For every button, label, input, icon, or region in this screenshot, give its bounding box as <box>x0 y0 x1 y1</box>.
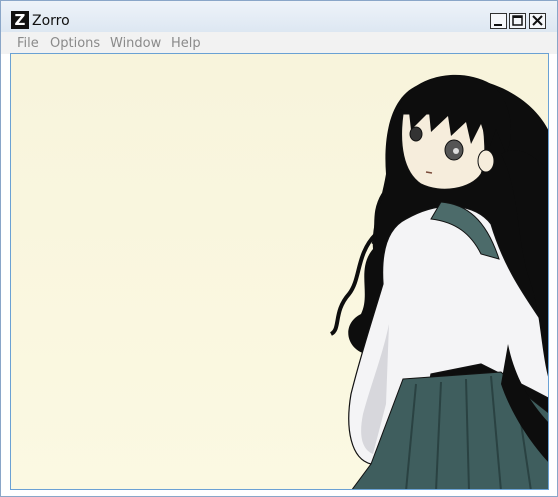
menu-options[interactable]: Options <box>50 36 100 51</box>
anime-girl-illustration <box>329 74 548 489</box>
eye-left <box>409 126 423 142</box>
close-button[interactable] <box>529 13 546 29</box>
menu-window[interactable]: Window <box>110 36 161 51</box>
maximize-icon <box>512 15 523 26</box>
zorro-logo-icon: Z <box>11 11 29 29</box>
close-icon <box>532 15 543 26</box>
maximize-button[interactable] <box>509 13 526 29</box>
menu-file[interactable]: File <box>17 36 39 51</box>
menu-bar: File Options Window Help <box>1 32 557 54</box>
content-area[interactable] <box>10 53 549 490</box>
minimize-button[interactable] <box>490 13 507 29</box>
window-title: Zorro <box>32 13 70 29</box>
eye-highlight <box>453 148 459 154</box>
menu-help[interactable]: Help <box>171 36 201 51</box>
minimize-icon <box>494 24 502 26</box>
title-bar[interactable]: Z Zorro <box>1 1 557 32</box>
mouth <box>425 171 433 174</box>
app-window: Z Zorro File Options Window Help <box>0 0 558 497</box>
ear <box>477 149 495 173</box>
